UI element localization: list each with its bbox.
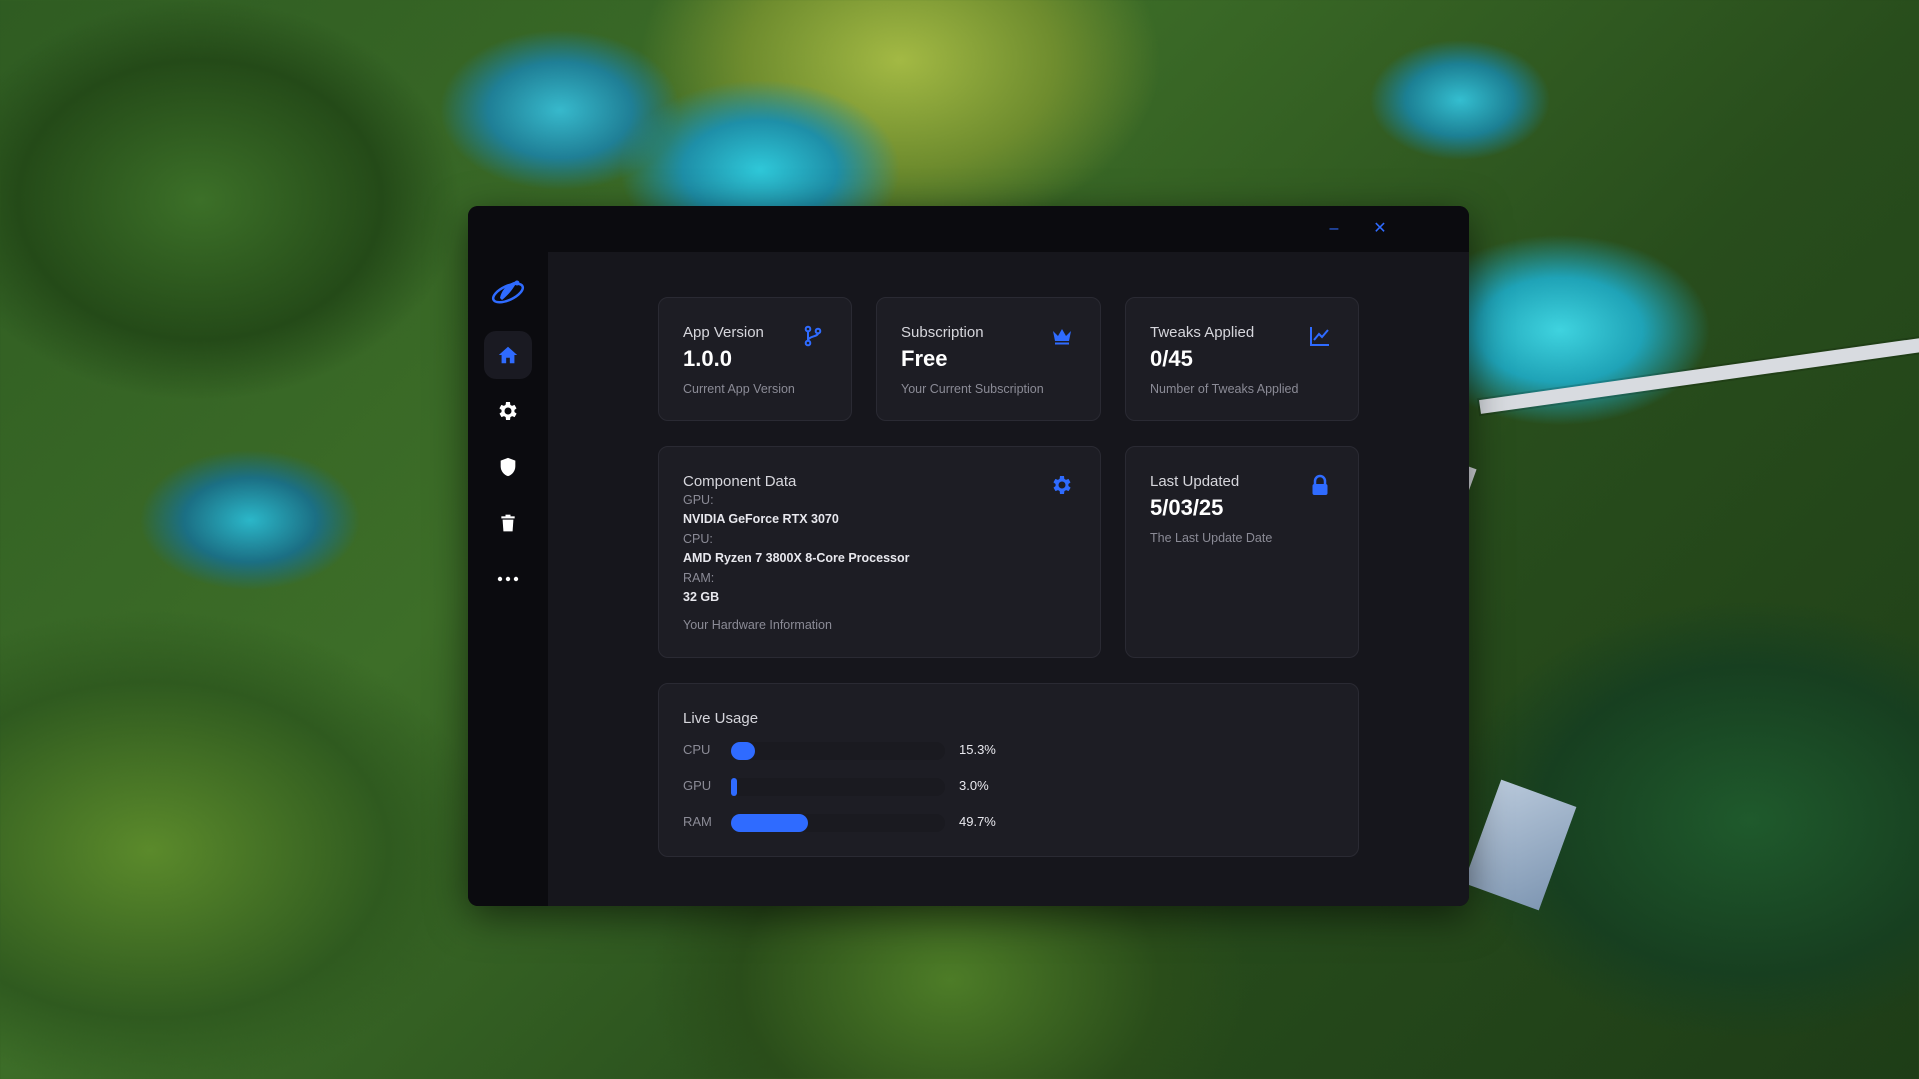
last-updated-value: 5/03/25	[1150, 495, 1224, 520]
card-subtitle: Number of Tweaks Applied	[1150, 382, 1299, 396]
usage-value: 15.3%	[959, 742, 996, 757]
cpu-value: AMD Ryzen 7 3800X 8-Core Processor	[683, 551, 910, 565]
usage-track	[731, 742, 945, 760]
sidebar-item-home[interactable]	[484, 331, 532, 379]
card-title: App Version	[683, 324, 764, 341]
usage-label: CPU	[683, 742, 711, 757]
gpu-usage-bar	[731, 778, 737, 796]
card-subtitle: Current App Version	[683, 382, 795, 396]
subscription-card: Subscription Free Your Current Subscript…	[876, 297, 1101, 421]
card-title: Tweaks Applied	[1150, 324, 1255, 341]
live-usage-title: Live Usage	[683, 710, 759, 727]
usage-row-cpu: CPU 15.3%	[683, 740, 1023, 760]
usage-value: 49.7%	[959, 814, 996, 829]
title-bar: – ✕	[548, 206, 1469, 252]
card-title: Last Updated	[1150, 473, 1240, 490]
sidebar-item-security[interactable]	[484, 443, 532, 491]
gear-icon	[1053, 476, 1071, 494]
cpu-usage-bar	[731, 742, 755, 760]
ram-usage-bar	[731, 814, 808, 832]
usage-track	[731, 778, 945, 796]
usage-track	[731, 814, 945, 832]
card-title: Subscription	[901, 324, 984, 341]
card-subtitle: Your Hardware Information	[683, 618, 832, 632]
app-version-value: 1.0.0	[683, 346, 732, 371]
ram-label: RAM:	[683, 571, 715, 585]
component-data-card: Component Data GPU: NVIDIA GeForce RTX 3…	[658, 446, 1101, 658]
last-updated-card: Last Updated 5/03/25 The Last Update Dat…	[1125, 446, 1359, 658]
sidebar-item-more[interactable]	[484, 555, 532, 603]
card-subtitle: Your Current Subscription	[901, 382, 1044, 396]
minimize-button[interactable]: –	[1320, 216, 1348, 242]
app-window: – ✕ App Version 1.0.0 Current App Versio…	[468, 206, 1469, 906]
wallpaper-walkway	[1479, 330, 1919, 414]
app-logo-icon	[488, 272, 528, 312]
gear-icon	[499, 402, 517, 420]
usage-row-ram: RAM 49.7%	[683, 812, 1023, 832]
tweaks-applied-card: Tweaks Applied 0/45 Number of Tweaks App…	[1125, 297, 1359, 421]
chart-line-icon	[1310, 327, 1329, 346]
cpu-label: CPU:	[683, 532, 713, 546]
usage-label: GPU	[683, 778, 712, 793]
live-usage-card: Live Usage CPU 15.3% GPU 3.0% RAM 49.7%	[658, 683, 1359, 857]
usage-value: 3.0%	[959, 778, 989, 793]
branch-icon	[804, 325, 822, 347]
usage-row-gpu: GPU 3.0%	[683, 776, 1023, 796]
usage-label: RAM	[683, 814, 712, 829]
sidebar-item-settings[interactable]	[484, 387, 532, 435]
close-button[interactable]: ✕	[1366, 216, 1394, 242]
gpu-value: NVIDIA GeForce RTX 3070	[683, 512, 839, 526]
card-subtitle: The Last Update Date	[1150, 531, 1273, 545]
more-icon	[497, 576, 519, 582]
app-version-card: App Version 1.0.0 Current App Version	[658, 297, 852, 421]
sidebar	[468, 206, 548, 906]
dashboard-main: App Version 1.0.0 Current App Version Su…	[548, 252, 1469, 906]
lock-icon	[1312, 474, 1328, 495]
trash-icon	[501, 514, 515, 532]
tweaks-applied-value: 0/45	[1150, 346, 1193, 371]
shield-icon	[500, 457, 516, 477]
gpu-label: GPU:	[683, 493, 714, 507]
ram-value: 32 GB	[683, 590, 720, 604]
sidebar-item-cleaner[interactable]	[484, 499, 532, 547]
crown-icon	[1053, 329, 1071, 345]
subscription-value: Free	[901, 346, 948, 371]
card-title: Component Data	[683, 473, 797, 490]
wallpaper-hut-roof	[1463, 779, 1577, 911]
home-icon	[498, 346, 518, 364]
